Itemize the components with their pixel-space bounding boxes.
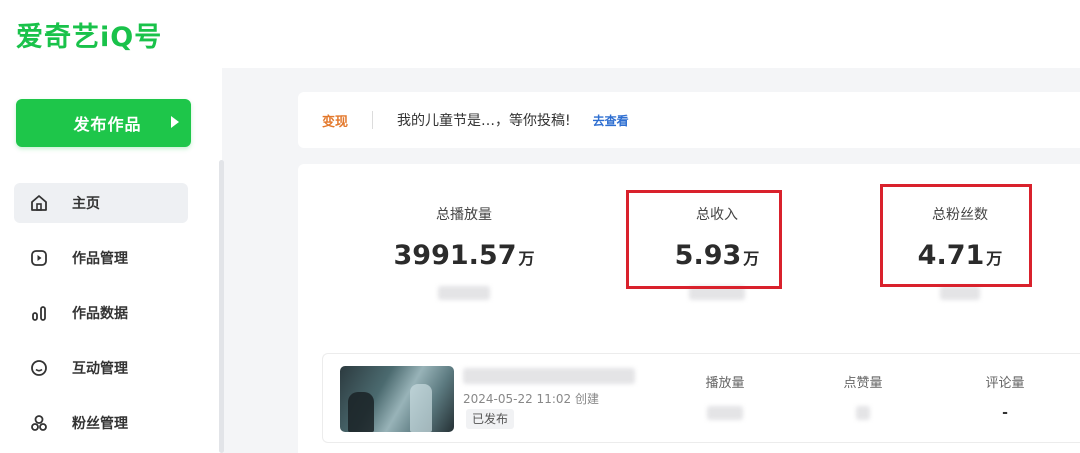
sidebar-item-data[interactable]: 作品数据 — [14, 293, 188, 333]
logo-text: 爱奇艺iQ号 — [16, 21, 163, 53]
content-list-item[interactable]: 2024-05-22 11:02 创建 已发布 播放量 点赞量 评论量 - — [322, 353, 1080, 443]
stat-label: 总播放量 — [436, 207, 492, 223]
publish-button-label: 发布作品 — [73, 115, 142, 134]
brand-logo[interactable]: 爱奇艺iQ号 — [16, 15, 162, 53]
metric-comments: 评论量 - — [955, 372, 1055, 421]
blurred-value — [856, 406, 870, 420]
notice-view-link[interactable]: 去查看 — [593, 112, 629, 129]
metric-plays: 播放量 — [675, 372, 775, 421]
sidebar-item-label: 互动管理 — [72, 361, 128, 377]
thumbnail-figure — [348, 392, 374, 432]
metric-label: 播放量 — [705, 376, 745, 391]
top-bar: 爱奇艺iQ号 — [0, 0, 1080, 68]
blurred-subvalue — [438, 286, 490, 300]
thumbnail-figure — [410, 384, 432, 432]
users-icon — [28, 412, 50, 434]
notice-text: 我的儿童节是…，等你投稿! — [397, 113, 571, 129]
stat-total-plays: 总播放量 3991.57 万 — [364, 204, 564, 304]
status-badge: 已发布 — [466, 409, 515, 429]
metric-label: 评论量 — [985, 376, 1025, 391]
sidebar-item-label: 主页 — [72, 196, 100, 212]
play-square-icon — [28, 247, 50, 269]
play-arrow-icon — [171, 116, 179, 128]
notice-tag: 变现 — [322, 114, 349, 130]
stat-number: 3991.57 — [393, 240, 517, 271]
stat-unit: 万 — [518, 249, 535, 268]
chat-bubble-icon — [28, 357, 50, 379]
blurred-value — [707, 406, 743, 420]
sidebar-item-label: 作品数据 — [72, 306, 128, 322]
highlight-box-income — [626, 190, 782, 289]
highlight-box-fans — [880, 184, 1032, 287]
metric-value: - — [1002, 405, 1008, 421]
home-icon — [28, 192, 50, 214]
metric-value — [813, 405, 913, 421]
notice-bar: 变现 我的儿童节是…，等你投稿! 去查看 — [298, 92, 1080, 148]
metric-value — [675, 405, 775, 421]
metric-likes: 点赞量 — [813, 372, 913, 421]
bar-chart-icon — [28, 302, 50, 324]
metric-label: 点赞量 — [843, 376, 883, 391]
video-thumbnail[interactable] — [340, 366, 454, 432]
sidebar-item-label: 作品管理 — [72, 251, 128, 267]
publish-work-button[interactable]: 发布作品 — [16, 99, 191, 147]
blurred-subvalue — [940, 286, 980, 300]
stat-value: 3991.57 万 — [364, 240, 564, 271]
sidebar-item-home[interactable]: 主页 — [14, 183, 188, 223]
sidebar-item-works[interactable]: 作品管理 — [14, 238, 188, 278]
sidebar-item-fans[interactable]: 粉丝管理 — [14, 403, 188, 443]
created-time: 2024-05-22 11:02 创建 — [463, 392, 599, 406]
sidebar-item-interaction[interactable]: 互动管理 — [14, 348, 188, 388]
blurred-title — [463, 368, 635, 384]
notice-divider — [372, 111, 374, 129]
sidebar-item-label: 粉丝管理 — [72, 416, 128, 432]
sidebar-scrollbar[interactable] — [219, 160, 224, 453]
video-title-blurred[interactable] — [463, 368, 635, 384]
